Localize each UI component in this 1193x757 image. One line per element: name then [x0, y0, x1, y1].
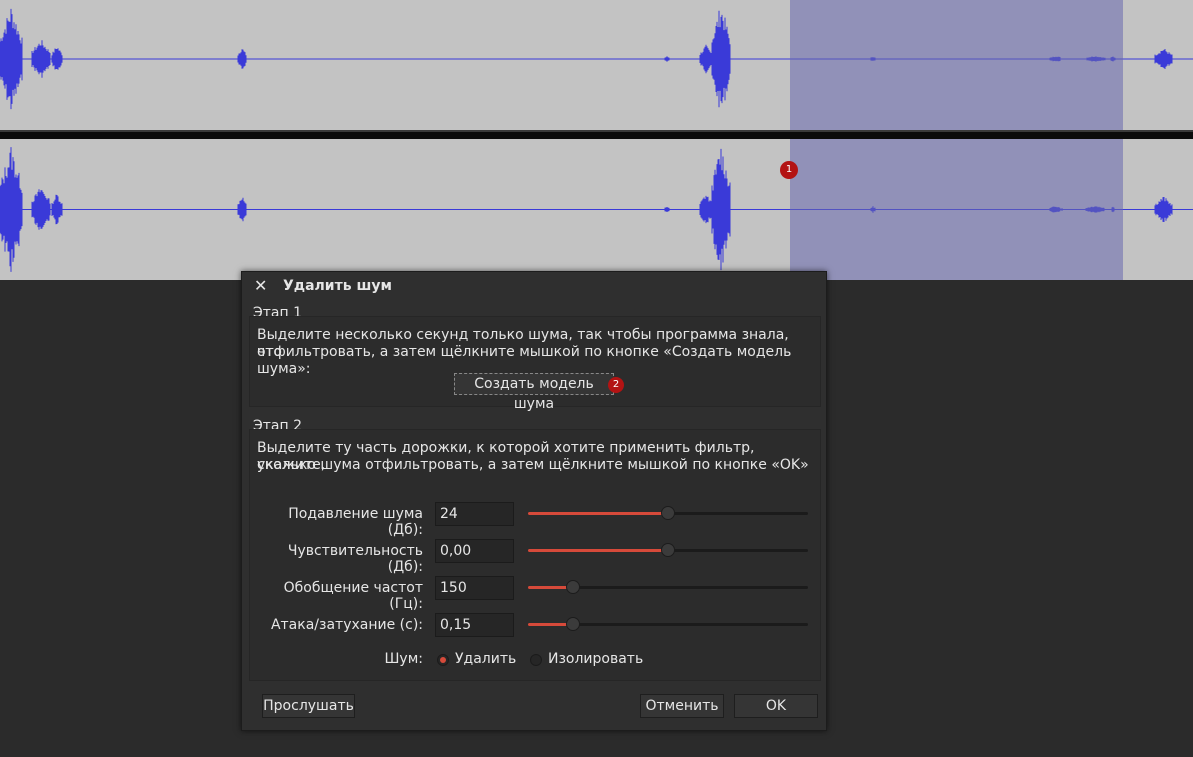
preview-button[interactable]: Прослушать	[262, 694, 355, 718]
dialog-title: Удалить шум	[283, 278, 392, 294]
noise-reduction-label: Подавление шума (Дб):	[288, 506, 423, 538]
step2-description-line2: сколько шума отфильтровать, а затем щёлк…	[257, 457, 809, 473]
step-badge-2: 2	[608, 377, 624, 393]
track-separator	[0, 132, 1193, 139]
frequency-smoothing-slider[interactable]	[528, 580, 810, 595]
radio-remove[interactable]	[437, 654, 449, 666]
selection-region[interactable]	[790, 139, 1123, 280]
close-icon[interactable]: ✕	[254, 276, 267, 295]
step-badge-1: 1	[780, 161, 798, 179]
audio-track-2[interactable]	[0, 139, 1193, 280]
noise-mode-label: Шум:	[384, 651, 423, 667]
sensitivity-slider[interactable]	[528, 543, 810, 558]
frequency-smoothing-label: Обобщение частот (Гц):	[283, 580, 423, 612]
sensitivity-label: Чувствительность (Дб):	[287, 543, 423, 575]
ok-button[interactable]: OK	[734, 694, 818, 718]
attack-decay-slider[interactable]	[528, 617, 810, 632]
frequency-smoothing-input[interactable]: 150	[435, 576, 514, 600]
dialog-titlebar: ✕ Удалить шум	[242, 272, 826, 302]
radio-isolate-label[interactable]: Изолировать	[548, 651, 643, 667]
create-noise-profile-button[interactable]: Создать модель шума	[454, 373, 614, 412]
noise-reduction-slider[interactable]	[528, 506, 810, 521]
noise-reduction-input[interactable]: 24	[435, 502, 514, 526]
noise-reduction-dialog: ✕ Удалить шум Этап 1 Выделите несколько …	[241, 271, 827, 731]
radio-remove-label[interactable]: Удалить	[455, 651, 516, 667]
cancel-button[interactable]: Отменить	[640, 694, 724, 718]
radio-isolate[interactable]	[530, 654, 542, 666]
attack-decay-label: Атака/затухание (с):	[270, 617, 423, 633]
sensitivity-input[interactable]: 0,00	[435, 539, 514, 563]
selection-region[interactable]	[790, 0, 1123, 130]
attack-decay-input[interactable]: 0,15	[435, 613, 514, 637]
audio-track-1[interactable]	[0, 0, 1193, 132]
